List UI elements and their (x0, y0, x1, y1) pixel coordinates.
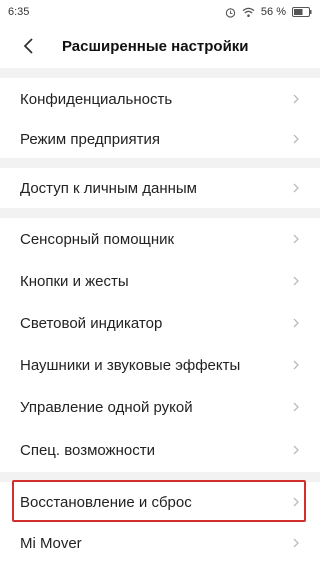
page-title: Расширенные настройки (62, 37, 249, 55)
menu-item-label: Наушники и звуковые эффекты (20, 356, 241, 374)
menu-item-headphones-effects[interactable]: Наушники и звуковые эффекты (0, 344, 320, 386)
chevron-right-icon (293, 402, 299, 412)
menu-item-label: Конфиденциальность (20, 90, 173, 108)
group-separator (0, 68, 320, 78)
chevron-right-icon (293, 234, 299, 244)
chevron-right-icon (293, 445, 299, 455)
menu-item-label: Режим предприятия (20, 130, 160, 148)
chevron-right-icon (293, 538, 299, 548)
chevron-right-icon (293, 276, 299, 286)
menu-item-touch-assistant[interactable]: Сенсорный помощник (0, 218, 320, 260)
chevron-right-icon (293, 94, 299, 104)
highlight-box (12, 480, 306, 522)
menu-item-label: Спец. возможности (20, 441, 155, 459)
menu-item-accessibility[interactable]: Спец. возможности (0, 428, 320, 472)
wifi-icon (242, 7, 255, 17)
group-separator (0, 158, 320, 168)
menu-item-label: Кнопки и жесты (20, 272, 129, 290)
menu-item-led-indicator[interactable]: Световой индикатор (0, 302, 320, 344)
menu-item-enterprise[interactable]: Режим предприятия (0, 120, 320, 158)
chevron-right-icon (293, 318, 299, 328)
status-bar: 6:35 56 % (0, 0, 320, 24)
menu-item-label: Доступ к личным данным (20, 179, 197, 197)
menu-item-mi-mover[interactable]: Mi Mover (0, 522, 320, 564)
back-button[interactable] (8, 24, 48, 68)
menu-item-label: Сенсорный помощник (20, 230, 175, 248)
menu-item-label: Световой индикатор (20, 314, 163, 332)
status-time: 6:35 (8, 6, 30, 18)
battery-icon (292, 7, 312, 17)
menu-item-personal-data[interactable]: Доступ к личным данным (0, 168, 320, 208)
status-icons: 56 % (225, 6, 312, 18)
menu-item-label: Mi Mover (20, 534, 82, 552)
battery-text: 56 % (260, 6, 286, 18)
group-separator (0, 208, 320, 218)
chevron-left-icon (23, 38, 33, 54)
menu-item-privacy[interactable]: Конфиденциальность (0, 78, 320, 120)
chevron-right-icon (293, 183, 299, 193)
chevron-right-icon (293, 134, 299, 144)
top-bar: Расширенные настройки (0, 24, 320, 68)
chevron-right-icon (293, 360, 299, 370)
menu-item-label: Управление одной рукой (20, 398, 193, 416)
menu-item-buttons-gestures[interactable]: Кнопки и жесты (0, 260, 320, 302)
alarm-icon (225, 7, 236, 18)
menu-item-one-hand-mode[interactable]: Управление одной рукой (0, 386, 320, 428)
